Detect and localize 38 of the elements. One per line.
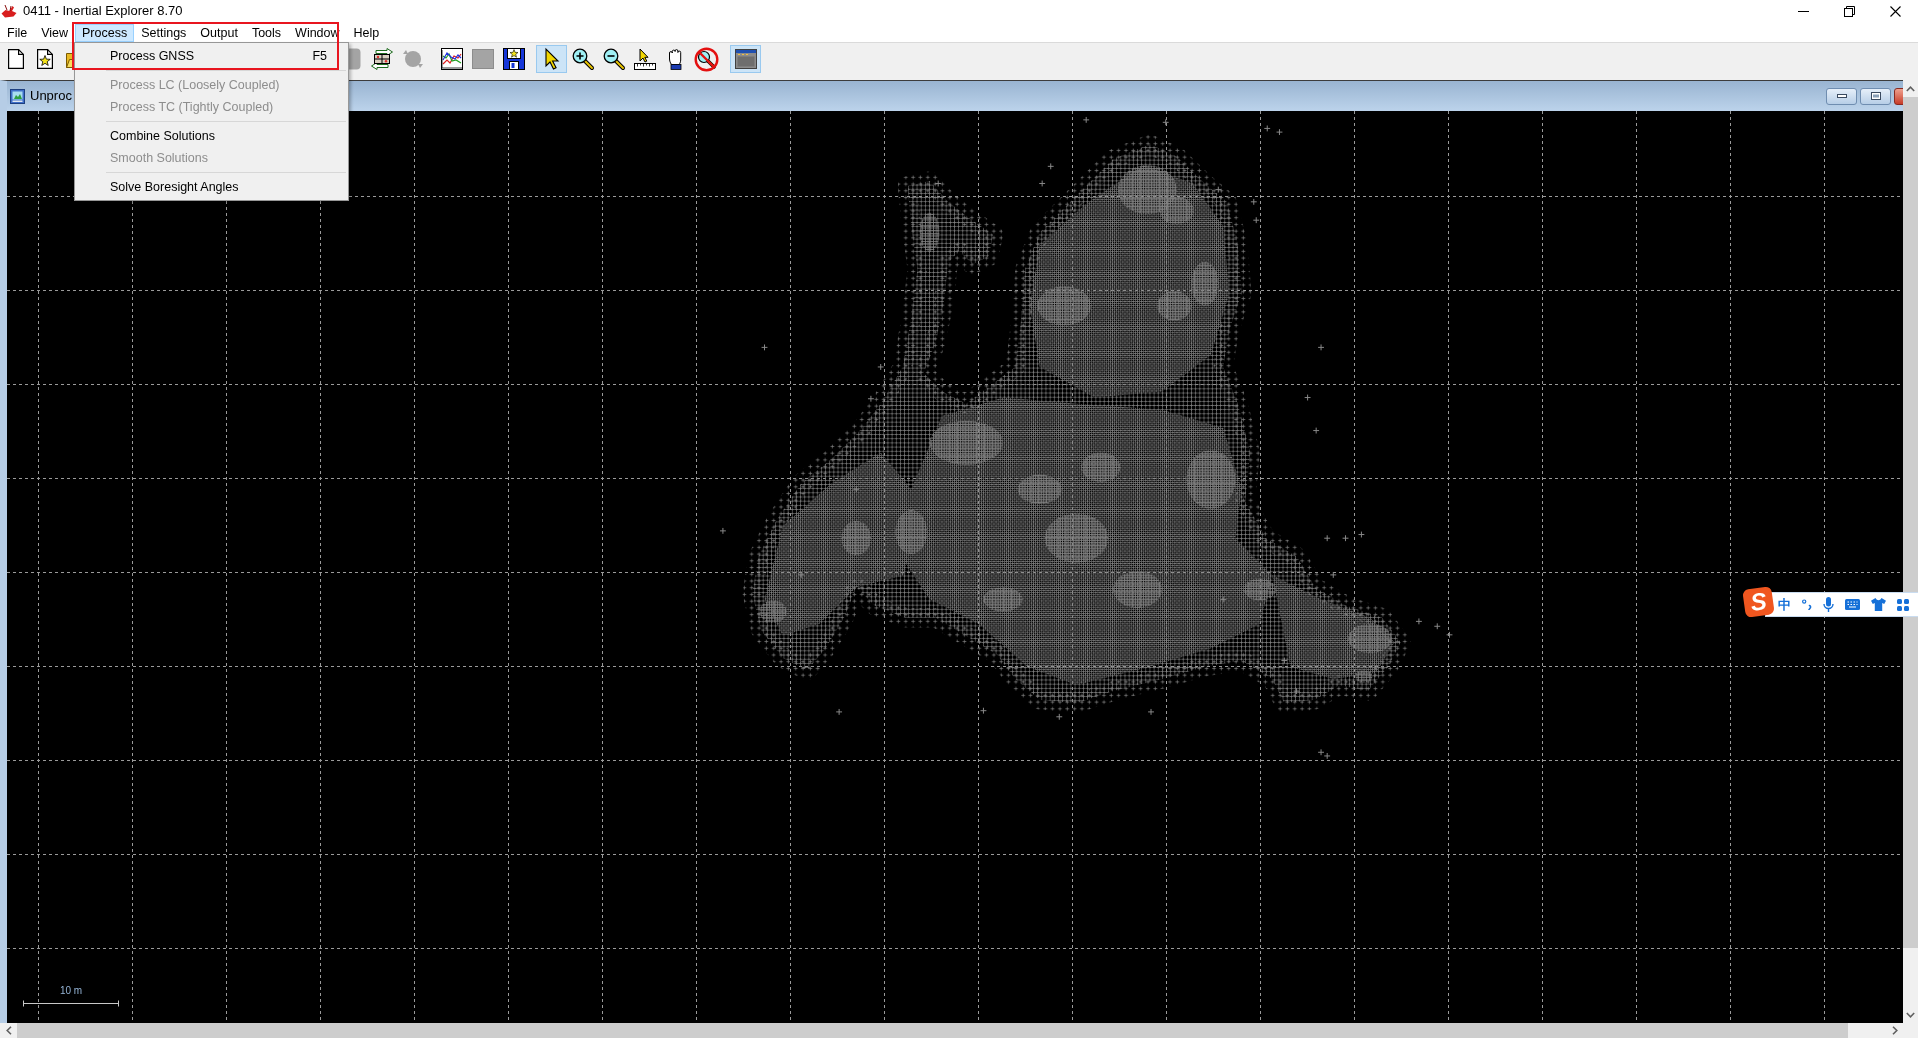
- maximize-icon: [1870, 92, 1881, 100]
- microphone-icon[interactable]: [1823, 597, 1834, 612]
- scroll-up-icon[interactable]: [1906, 85, 1915, 92]
- star-document-icon[interactable]: [36, 49, 53, 69]
- window-title: 0411 - Inertial Explorer 8.70: [23, 3, 183, 19]
- menu-item[interactable]: Output: [193, 24, 245, 42]
- minimize-icon[interactable]: [1797, 10, 1809, 12]
- scale-label: 10 m: [59, 985, 83, 997]
- new-document-icon[interactable]: [7, 49, 24, 69]
- window-title: Unproc: [30, 88, 72, 104]
- pointer-icon[interactable]: [544, 48, 559, 70]
- menu-item[interactable]: Settings: [134, 24, 194, 42]
- menu-item[interactable]: File: [0, 24, 35, 42]
- grid-icon[interactable]: [1897, 598, 1909, 611]
- app-icon: [1, 4, 17, 18]
- scroll-left-icon[interactable]: [5, 1026, 12, 1035]
- shirt-icon[interactable]: [1871, 598, 1886, 611]
- maximize-button[interactable]: [1860, 87, 1891, 105]
- restore-icon[interactable]: [1843, 5, 1855, 17]
- tool-button[interactable]: [536, 45, 567, 73]
- scroll-right-icon[interactable]: [1891, 1026, 1898, 1035]
- minimize-icon: [1836, 94, 1847, 98]
- keyboard-icon[interactable]: [1845, 599, 1860, 610]
- menu-item[interactable]: Help: [346, 24, 387, 42]
- input-mode-toggle[interactable]: 中: [1778, 597, 1791, 612]
- scale-bar-icon: [23, 1000, 119, 1007]
- punctuation-icon[interactable]: [1802, 599, 1812, 610]
- scroll-down-icon[interactable]: [1906, 1011, 1915, 1018]
- menu-option[interactable]: Process GNSS F5: [77, 45, 332, 67]
- minimize-button[interactable]: [1826, 87, 1857, 105]
- menu-item[interactable]: Tools: [244, 24, 289, 42]
- menu-option[interactable]: Solve Boresight Angles: [77, 176, 332, 198]
- document-icon: [10, 88, 25, 104]
- close-icon[interactable]: [1889, 5, 1901, 17]
- menu-option[interactable]: Combine Solutions: [77, 125, 332, 147]
- menu-item[interactable]: View: [34, 24, 76, 42]
- menu-item[interactable]: Process: [75, 24, 135, 42]
- hand-icon[interactable]: [667, 48, 684, 70]
